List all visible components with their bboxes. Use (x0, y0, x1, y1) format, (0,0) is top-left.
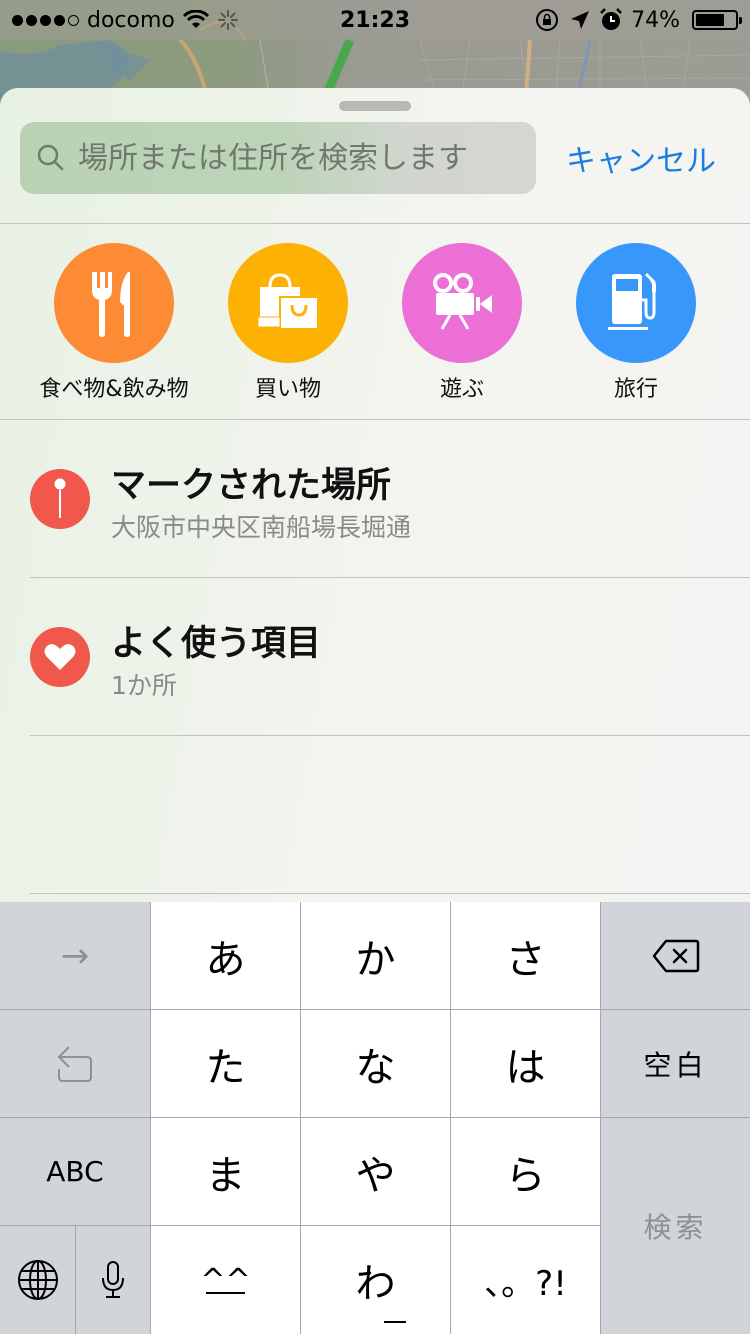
key-label: ま (205, 1152, 246, 1199)
key-label: わ (356, 1251, 406, 1323)
location-arrow-icon (571, 11, 590, 29)
key-label: 検索 (643, 1211, 708, 1244)
list-item-title: マークされた場所 (111, 466, 392, 506)
key-globe[interactable] (0, 1226, 76, 1334)
arrow-right-icon: → (60, 935, 90, 976)
key-label: た (205, 1044, 246, 1091)
japanese-kana-keyboard: → あ か さ た な は 空白 ABC ま や ら 検索 ^^ わ 、。?! (0, 902, 750, 1334)
key-label: な (355, 1044, 396, 1091)
key-label: 、。?! (484, 1263, 567, 1304)
key-space[interactable]: 空白 (601, 1010, 750, 1118)
category-row: 食べ物&飲み物 買い物 遊ぶ 旅行 (0, 243, 750, 418)
list-item-subtitle: 1か所 (111, 671, 177, 700)
status-bar: docomo 21:23 74% (0, 0, 750, 40)
category-icon-circle (54, 243, 174, 363)
battery-percent: 74% (631, 7, 680, 33)
category-shopping[interactable]: 買い物 (201, 243, 375, 403)
category-icon-circle (576, 243, 696, 363)
divider (0, 223, 750, 224)
key-label: ら (505, 1152, 546, 1199)
key-abc[interactable]: ABC (0, 1118, 151, 1226)
key-label: や (355, 1152, 396, 1199)
battery-level-fill (696, 14, 725, 26)
delete-icon (652, 939, 699, 972)
activity-spinner-icon (217, 10, 238, 30)
key-undo[interactable] (0, 1010, 151, 1118)
category-icon-circle (402, 243, 522, 363)
category-label: 食べ物&飲み物 (39, 377, 189, 402)
search-input[interactable] (78, 140, 518, 176)
key-ya[interactable]: や (301, 1118, 451, 1226)
key-next-candidate[interactable]: → (0, 902, 151, 1010)
search-sheet: キャンセル 食べ物&飲み物 買い物 (0, 88, 750, 902)
search-row: キャンセル (20, 122, 740, 194)
fork-knife-icon (92, 272, 130, 337)
search-field[interactable] (20, 122, 536, 194)
key-ha[interactable]: は (451, 1010, 601, 1118)
battery-icon (692, 10, 742, 30)
key-delete[interactable] (601, 902, 750, 1010)
key-ka[interactable]: か (301, 902, 451, 1010)
globe-icon (17, 1260, 58, 1300)
category-label: 旅行 (613, 377, 658, 402)
microphone-icon (102, 1261, 124, 1298)
pin-glyph (53, 477, 67, 518)
gas-pump-icon (608, 272, 656, 330)
key-ma[interactable]: ま (151, 1118, 301, 1226)
key-na[interactable]: な (301, 1010, 451, 1118)
carrier-name: docomo (87, 7, 175, 33)
list-item-favorites[interactable]: よく使う項目 1か所 (0, 578, 750, 736)
divider (30, 735, 750, 736)
key-punctuation[interactable]: 、。?! (451, 1226, 601, 1334)
key-ra[interactable]: ら (451, 1118, 601, 1226)
key-sa[interactable]: さ (451, 902, 601, 1010)
key-search[interactable]: 検索 (601, 1118, 750, 1334)
key-label: あ (205, 936, 246, 983)
key-label: ^^ (200, 1262, 251, 1298)
key-label: さ (505, 936, 546, 983)
category-icon-circle (228, 243, 348, 363)
cancel-button[interactable]: キャンセル (566, 136, 716, 180)
list-item-subtitle: 大阪市中央区南船場長堀通 (111, 513, 412, 542)
shopping-bags-icon (257, 273, 319, 330)
key-label: ABC (46, 1155, 104, 1188)
sheet-grabber-handle[interactable] (339, 101, 411, 111)
rotation-lock-icon (536, 9, 559, 31)
heart-glyph (44, 644, 76, 670)
key-dictation[interactable] (76, 1226, 151, 1334)
key-a[interactable]: あ (151, 902, 301, 1010)
key-label: 空白 (643, 1048, 708, 1082)
wifi-icon (182, 10, 209, 28)
undo-icon (57, 1045, 92, 1082)
category-fun[interactable]: 遊ぶ (375, 243, 549, 403)
list-item-title: よく使う項目 (111, 624, 322, 664)
signal-strength-icon (12, 14, 79, 26)
category-label: 遊ぶ (439, 377, 484, 402)
key-ta[interactable]: た (151, 1010, 301, 1118)
movie-camera-icon (433, 273, 492, 330)
divider (30, 893, 750, 894)
key-label: は (505, 1044, 546, 1091)
list-item-marked-location[interactable]: マークされた場所 大阪市中央区南船場長堀通 (0, 420, 750, 578)
key-emoticon[interactable]: ^^ (151, 1226, 301, 1334)
search-icon (37, 144, 64, 171)
category-label: 買い物 (254, 377, 321, 402)
category-travel[interactable]: 旅行 (549, 243, 723, 403)
key-label: か (355, 936, 396, 983)
alarm-icon (600, 8, 622, 30)
heart-icon (30, 627, 90, 687)
category-food-drink[interactable]: 食べ物&飲み物 (27, 243, 201, 403)
key-wa[interactable]: わ (301, 1226, 451, 1334)
pin-icon (30, 469, 90, 529)
